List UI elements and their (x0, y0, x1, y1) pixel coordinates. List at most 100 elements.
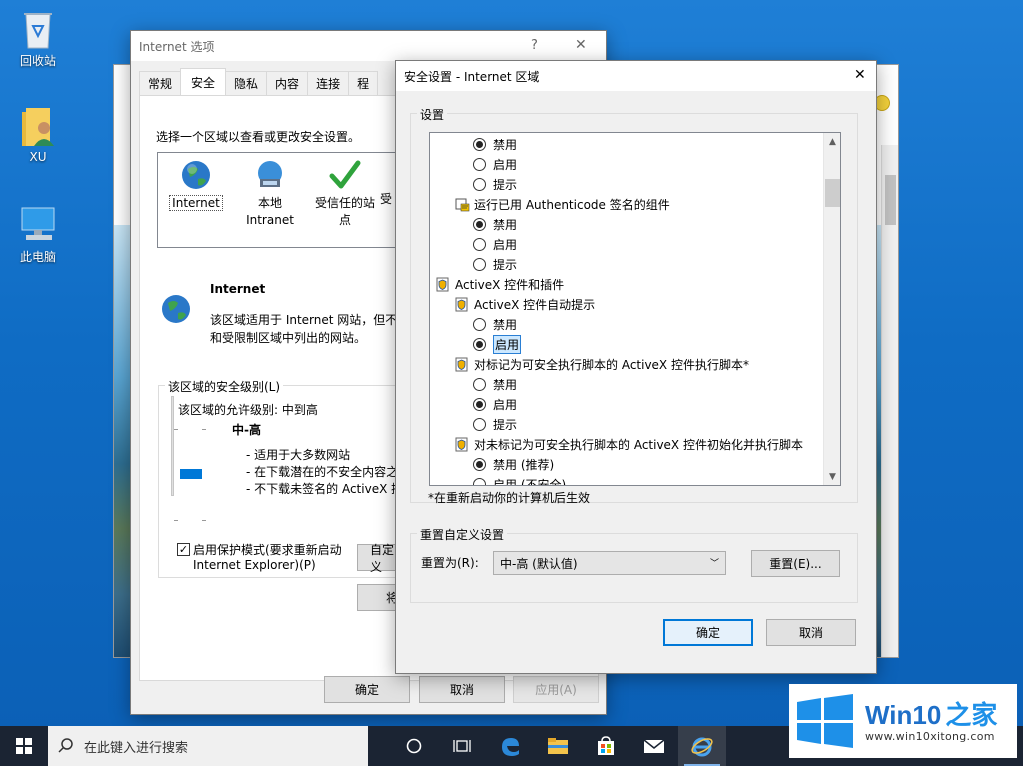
recycle-bin-icon (18, 8, 58, 49)
setting-option-row[interactable]: 启用 (473, 154, 517, 174)
setting-label: 运行已用 Authenticode 签名的组件 (474, 197, 670, 212)
reset-button[interactable]: 重置(E)... (751, 550, 840, 577)
radio-button[interactable] (473, 237, 486, 251)
scroll-thumb[interactable] (825, 179, 840, 207)
dialog-title: Internet 选项 (139, 39, 215, 54)
apply-button[interactable]: 应用(A) (513, 676, 599, 703)
radio-button[interactable] (473, 477, 486, 485)
setting-option-row[interactable]: 启用 (473, 334, 522, 354)
setting-category-row[interactable]: 对标记为可安全执行脚本的 ActiveX 控件执行脚本* (455, 354, 749, 374)
ok-button[interactable]: 确定 (663, 619, 753, 646)
radio-button[interactable] (473, 397, 486, 411)
setting-category-row[interactable]: 运行已用 Authenticode 签名的组件 (455, 194, 670, 214)
radio-button[interactable] (473, 137, 486, 151)
zone-trusted-sites[interactable]: 受信任的站 点 (310, 159, 380, 229)
reset-to-label: 重置为(R): (421, 556, 479, 570)
search-placeholder: 在此键入进行搜索 (84, 740, 189, 756)
setting-option-row[interactable]: 启用 (473, 234, 517, 254)
settings-scrollbar[interactable]: ▲ ▼ (823, 133, 840, 485)
setting-option-row[interactable]: 提示 (473, 254, 517, 274)
radio-button[interactable] (473, 257, 486, 271)
radio-button[interactable] (473, 217, 486, 231)
security-level-name: 中-高 (232, 423, 261, 437)
security-slider-track[interactable] (171, 396, 174, 496)
zone-local-intranet[interactable]: 本地 Intranet (235, 159, 305, 229)
edge-icon[interactable] (486, 726, 534, 766)
reset-level-select[interactable]: 中-高 (默认值) ﹀ (493, 551, 726, 575)
setting-label: 启用 (493, 334, 522, 354)
tab-content[interactable]: 内容 (266, 71, 309, 95)
restart-note: *在重新启动你的计算机后生效 (428, 491, 591, 505)
scroll-up-arrow-icon[interactable]: ▲ (824, 133, 840, 150)
desktop-icon-user-folder[interactable]: XU (6, 106, 70, 164)
file-explorer-icon[interactable] (534, 726, 582, 766)
setting-option-row[interactable]: 禁用 (473, 314, 517, 334)
zone-list: Internet 本地 Intranet 受信任的站 点 受 (157, 152, 397, 248)
cancel-button[interactable]: 取消 (419, 676, 505, 703)
setting-option-row[interactable]: 禁用 (推荐) (473, 454, 554, 474)
security-slider-thumb[interactable] (180, 469, 202, 479)
tab-strip: 常规 安全 隐私 内容 连接 程 (139, 68, 379, 95)
close-button[interactable]: ✕ (575, 37, 587, 53)
tab-general[interactable]: 常规 (139, 71, 182, 95)
title-bar: Internet 选项 ? ✕ (131, 31, 606, 61)
checkmark-icon (329, 159, 361, 191)
selected-zone-desc-line2: 和受限制区域中列出的网站。 (210, 331, 367, 345)
desktop-icon-label: 此电脑 (19, 250, 56, 264)
watermark-brand: Win10 (865, 699, 942, 730)
this-pc-icon (18, 204, 58, 244)
desktop-icon-this-pc[interactable]: 此电脑 (6, 204, 70, 265)
setting-option-row[interactable]: 禁用 (473, 214, 517, 234)
setting-category-row[interactable]: ActiveX 控件自动提示 (455, 294, 595, 314)
radio-button[interactable] (473, 377, 486, 391)
tab-security[interactable]: 安全 (180, 68, 227, 95)
store-icon[interactable] (582, 726, 630, 766)
selected-zone-name: Internet (210, 282, 266, 296)
zone-internet[interactable]: Internet (161, 159, 231, 212)
setting-category-row[interactable]: ActiveX 控件和插件 (436, 274, 564, 294)
radio-button[interactable] (473, 457, 486, 471)
certificate-icon (455, 197, 470, 212)
radio-button[interactable] (473, 157, 486, 171)
scroll-down-arrow-icon[interactable]: ▼ (824, 468, 840, 485)
setting-category-row[interactable]: 对未标记为可安全执行脚本的 ActiveX 控件初始化并执行脚本 (455, 434, 803, 454)
tab-privacy[interactable]: 隐私 (225, 71, 268, 95)
browser-scrollbar[interactable] (881, 145, 898, 657)
start-button[interactable] (0, 726, 48, 766)
setting-label: ActiveX 控件和插件 (455, 277, 565, 292)
setting-option-row[interactable]: 提示 (473, 414, 517, 434)
radio-button[interactable] (473, 337, 486, 351)
task-view-icon[interactable] (438, 726, 486, 766)
radio-button[interactable] (473, 417, 486, 431)
setting-label: 提示 (493, 177, 518, 192)
setting-option-row[interactable]: 启用 (不安全) (473, 474, 566, 485)
setting-option-row[interactable]: 禁用 (473, 134, 517, 154)
setting-label: 禁用 (493, 137, 518, 152)
zone-label-line2: Intranet (246, 213, 294, 227)
security-level-group-label: 该区域的安全级别(L) (165, 378, 284, 395)
desktop-icon-recycle-bin[interactable]: 回收站 (6, 8, 70, 69)
radio-button[interactable] (473, 177, 486, 191)
help-button[interactable]: ? (531, 38, 538, 53)
radio-button[interactable] (473, 317, 486, 331)
settings-tree[interactable]: 禁用 启用 提示 运行已用 Authenticode 签名的组件 禁用 启用 提示 Activ… (429, 132, 841, 486)
cancel-button[interactable]: 取消 (766, 619, 856, 646)
setting-option-row[interactable]: 提示 (473, 174, 517, 194)
protected-mode-checkbox[interactable]: ✓ (177, 543, 190, 556)
watermark-brand-suffix: 之家 (945, 699, 998, 730)
cortana-icon[interactable] (390, 726, 438, 766)
setting-label: 提示 (493, 417, 518, 432)
desktop-icon-label: XU (29, 150, 47, 164)
ok-button[interactable]: 确定 (324, 676, 410, 703)
close-button[interactable]: ✕ (854, 67, 866, 83)
taskbar-search-box[interactable]: 在此键入进行搜索 (48, 726, 368, 766)
mail-icon[interactable] (630, 726, 678, 766)
setting-option-row[interactable]: 禁用 (473, 374, 517, 394)
zone-prompt: 选择一个区域以查看或更改安全设置。 (156, 130, 361, 144)
tab-programs[interactable]: 程 (348, 71, 379, 95)
setting-label: 启用 (493, 397, 518, 412)
setting-option-row[interactable]: 启用 (473, 394, 517, 414)
ie-icon[interactable] (678, 726, 726, 766)
tab-connections[interactable]: 连接 (307, 71, 350, 95)
level-bullet: - 适用于大多数网站 (246, 448, 351, 462)
